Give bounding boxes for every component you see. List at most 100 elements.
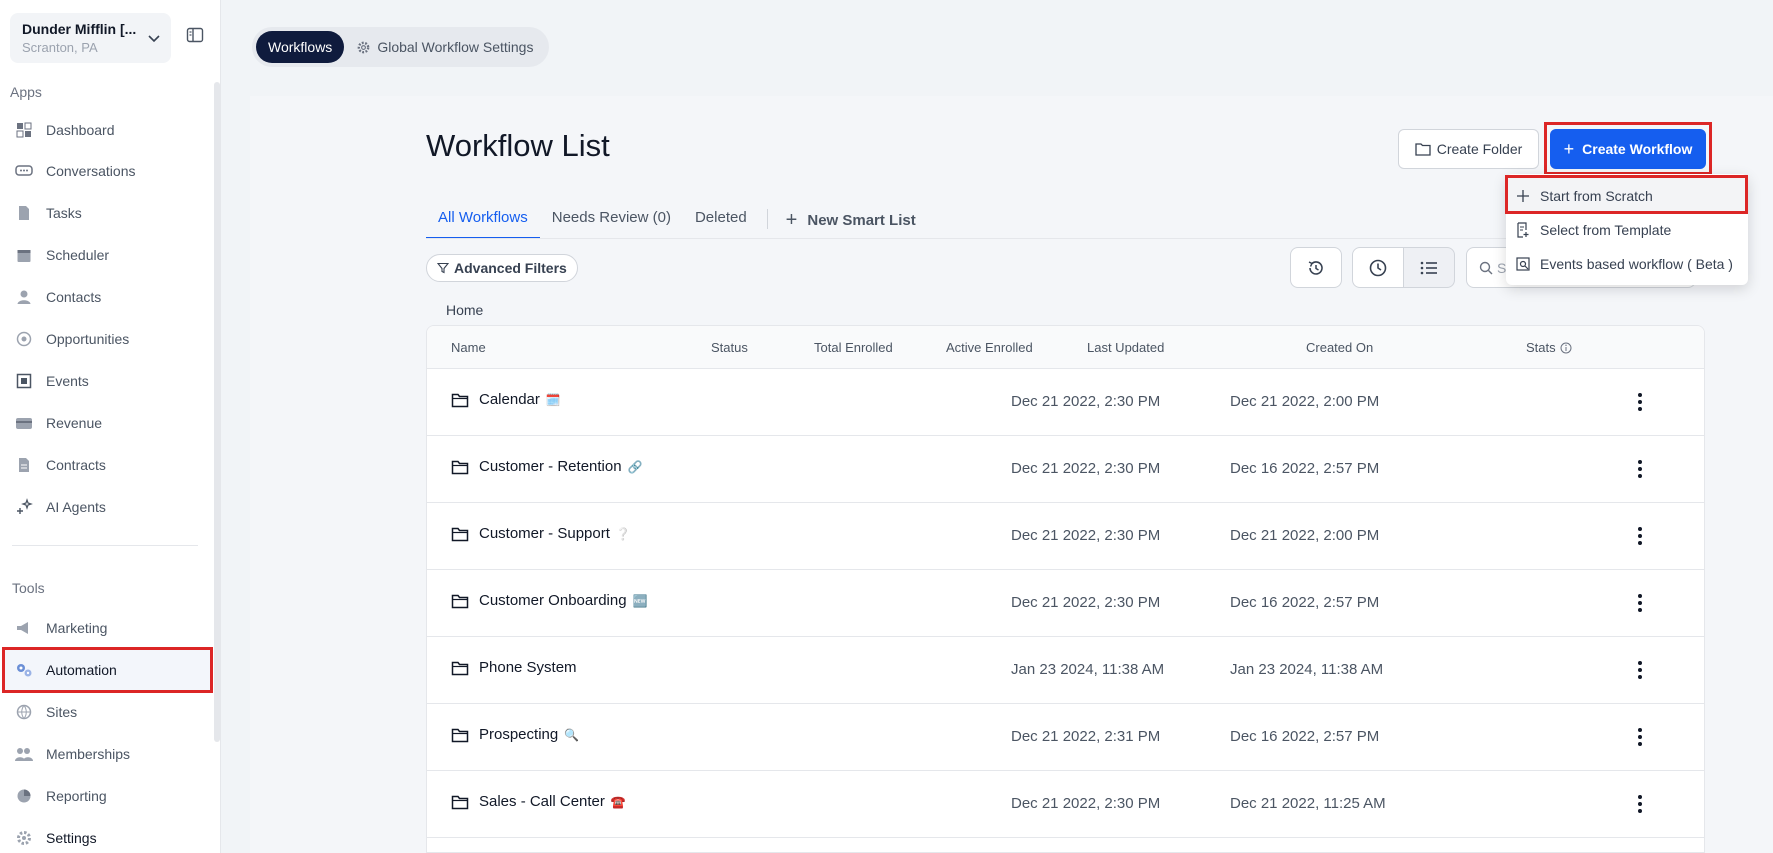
new-smart-list-label: New Smart List [807,212,916,229]
table-row[interactable]: Prospecting 🔍 Dec 21 2022, 2:31 PM Dec 16 2… [427,704,1704,771]
sidebar-toggle-icon[interactable] [186,26,204,44]
sidebar-item-dashboard[interactable]: Dashboard [14,112,209,148]
sidebar-item-reporting[interactable]: Reporting [14,778,209,814]
plus-icon [1517,190,1529,202]
col-status[interactable]: Status [711,340,748,355]
create-workflow-button[interactable]: + Create Workflow [1550,129,1706,169]
last-updated-cell: Dec 21 2022, 2:30 PM [1011,527,1161,544]
last-updated-cell: Dec 21 2022, 2:31 PM [1011,728,1161,745]
folder-emoji: 🗓️ [545,392,561,407]
more-options-icon[interactable] [1637,526,1643,546]
sidebar-item-label: Opportunities [46,331,130,347]
tab-all-workflows[interactable]: All Workflows [426,204,540,239]
sidebar-item-events[interactable]: Events [14,363,209,399]
tab-needs-review[interactable]: Needs Review (0) [540,204,683,237]
table-row[interactable]: Phone System Jan 23 2024, 11:38 AM Jan 23 … [427,637,1704,704]
folder-name-cell[interactable]: Customer - Support ❔ [451,525,631,542]
search-icon [1479,261,1493,274]
more-options-icon[interactable] [1637,392,1643,412]
col-last-updated[interactable]: Last Updated [1087,340,1164,355]
table-row[interactable]: Calendar 🗓️ Dec 21 2022, 2:30 PM Dec 21 202… [427,369,1704,436]
chat-icon [14,161,34,181]
workflow-table: Name Status Total Enrolled Active Enroll… [426,325,1705,853]
create-folder-label: Create Folder [1436,141,1523,157]
folder-name-cell[interactable]: Phone System [451,659,583,676]
pie-icon [14,786,34,806]
more-options-icon[interactable] [1637,660,1643,680]
create-folder-button[interactable]: Create Folder [1398,129,1539,169]
col-name[interactable]: Name [451,340,486,355]
sidebar-item-contracts[interactable]: Contracts [14,447,209,483]
target-icon [14,329,34,349]
history-button[interactable] [1290,247,1342,288]
folder-name-cell[interactable]: Prospecting 🔍 [451,726,579,743]
sidebar-item-label: Events [46,373,89,389]
sidebar-item-automation[interactable]: Automation [2,647,213,693]
folder-icon [451,661,469,675]
more-options-icon[interactable] [1637,593,1643,613]
menu-item-label: Start from Scratch [1540,188,1653,204]
folder-name-cell[interactable]: Calendar 🗓️ [451,391,561,408]
sidebar-item-label: Contacts [46,289,102,305]
breadcrumb[interactable]: Home [446,302,483,318]
table-body: Calendar 🗓️ Dec 21 2022, 2:30 PM Dec 21 202… [427,369,1704,838]
sidebar-item-opportunities[interactable]: Opportunities [14,321,209,357]
menu-item-events-based-workflow[interactable]: Events based workflow ( Beta ) [1516,249,1733,279]
col-active-enrolled[interactable]: Active Enrolled [946,340,1033,355]
menu-item-select-from-template[interactable]: Select from Template [1516,215,1671,245]
table-row[interactable]: Sales - Call Center ☎️ Dec 21 2022, 2:30 P… [427,771,1704,838]
sidebar-item-label: Scheduler [46,247,110,263]
tab-deleted[interactable]: Deleted [683,204,759,237]
created-on-cell: Dec 16 2022, 2:57 PM [1230,728,1380,745]
plus-icon: + [785,209,798,231]
sidebar-item-marketing[interactable]: Marketing [14,610,209,646]
new-smart-list-button[interactable]: + New Smart List [776,204,926,237]
col-total-enrolled[interactable]: Total Enrolled [814,340,893,355]
list-view-button[interactable] [1403,247,1455,288]
sidebar-item-sites[interactable]: Sites [14,694,209,730]
folder-name: Prospecting [479,726,559,743]
tab-workflows[interactable]: Workflows [256,31,345,63]
table-row[interactable]: Customer - Support ❔ Dec 21 2022, 2:30 PM D… [427,503,1704,570]
folder-emoji: 🔍 [564,727,580,742]
more-options-icon[interactable] [1637,727,1643,747]
advanced-filters-button[interactable]: Advanced Filters [426,254,578,282]
sidebar-item-revenue[interactable]: Revenue [14,405,209,441]
col-stats[interactable]: Stats [1526,340,1572,355]
last-updated-cell: Jan 23 2024, 11:38 AM [1011,661,1165,678]
group-icon [14,744,34,764]
folder-name-cell[interactable]: Customer Onboarding 🆕 [451,592,648,609]
created-on-cell: Dec 16 2022, 2:57 PM [1230,460,1380,477]
table-row[interactable]: Customer - Retention 🔗 Dec 21 2022, 2:30 P… [427,436,1704,503]
sidebar-item-label: Dashboard [46,122,115,138]
menu-item-start-from-scratch[interactable]: Start from Scratch [1516,181,1653,211]
col-created-on[interactable]: Created On [1306,340,1373,355]
advanced-filters-label: Advanced Filters [454,260,567,276]
sidebar-item-settings[interactable]: Settings [14,820,209,853]
sidebar-item-scheduler[interactable]: Scheduler [14,237,209,273]
tab-global-workflow-settings[interactable]: Global Workflow Settings [344,31,545,63]
sidebar-scrollbar[interactable] [214,82,220,742]
sidebar-item-ai-agents[interactable]: AI Agents [14,489,209,525]
sidebar-item-label: AI Agents [46,499,106,515]
clock-view-button[interactable] [1352,247,1404,288]
contract-icon [14,455,34,475]
sidebar-item-conversations[interactable]: Conversations [14,153,209,189]
sidebar-item-label: Tasks [46,205,82,221]
more-options-icon[interactable] [1637,459,1643,479]
sidebar-item-tasks[interactable]: Tasks [14,195,209,231]
sidebar-item-contacts[interactable]: Contacts [14,279,209,315]
tab-separator [766,209,768,229]
more-options-icon[interactable] [1637,794,1643,814]
gear-icon [14,828,34,848]
account-switcher[interactable]: Dunder Mifflin [... Scranton, PA [10,13,171,63]
folder-name-cell[interactable]: Customer - Retention 🔗 [451,458,643,475]
sidebar-item-memberships[interactable]: Memberships [14,736,209,772]
tools-section-label: Tools [12,580,45,596]
created-on-cell: Dec 21 2022, 2:00 PM [1230,527,1380,544]
table-row[interactable]: Customer Onboarding 🆕 Dec 21 2022, 2:30 PM… [427,570,1704,637]
sidebar-item-label: Conversations [46,163,136,179]
sidebar-item-label: Automation [46,662,117,678]
events-icon [1516,257,1530,271]
folder-name-cell[interactable]: Sales - Call Center ☎️ [451,793,626,810]
